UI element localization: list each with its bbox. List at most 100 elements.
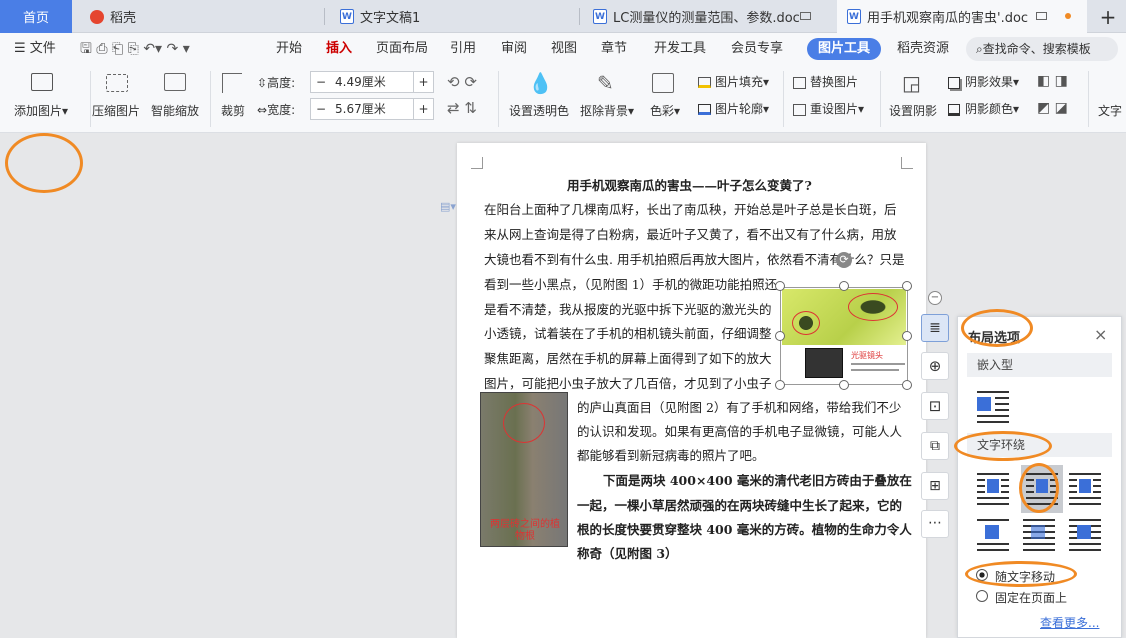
see-more-link[interactable]: 查看更多... bbox=[1040, 614, 1099, 631]
width-label: ⇔宽度: bbox=[257, 101, 295, 118]
more-icon[interactable]: ⋯ bbox=[921, 510, 949, 538]
rotate-icons[interactable]: ⟲ ⟳ bbox=[447, 73, 477, 91]
menu-review[interactable]: 审阅 bbox=[501, 33, 527, 65]
height-icon: ⇳ bbox=[257, 76, 268, 90]
crop-button[interactable]: 裁剪 bbox=[221, 102, 245, 119]
resize-handle[interactable] bbox=[775, 380, 785, 390]
tab-home[interactable]: 首页 bbox=[0, 0, 72, 33]
wrap-square-icon[interactable] bbox=[975, 471, 1011, 507]
replace-icon bbox=[793, 76, 806, 89]
width-icon: ⇔ bbox=[257, 103, 268, 117]
tab-doc1-label: 文字文稿1 bbox=[360, 11, 421, 26]
height-value[interactable]: 4.49厘米 bbox=[335, 72, 386, 92]
tab-home-label: 首页 bbox=[22, 11, 49, 26]
crop-float-icon[interactable]: ⊡ bbox=[921, 392, 949, 420]
height-decrease-button[interactable]: − bbox=[311, 72, 331, 92]
compress-button[interactable]: 压缩图片 bbox=[92, 102, 140, 119]
doc-line: 是看不清楚，我从报废的光驱中拆下光驱的激光头的 bbox=[484, 302, 772, 317]
menu-file[interactable]: ☰ 文件 bbox=[14, 33, 56, 65]
menu-start[interactable]: 开始 bbox=[276, 33, 302, 65]
height-field[interactable]: − 4.49厘米 + bbox=[310, 71, 434, 93]
fix-on-page-label[interactable]: 固定在页面上 bbox=[995, 589, 1067, 606]
wrap-through-icon[interactable] bbox=[1067, 471, 1103, 507]
fill-button[interactable]: 图片填充▾ bbox=[698, 73, 769, 90]
tab-daoke-label: 稻壳 bbox=[110, 11, 137, 26]
fill-icon bbox=[698, 77, 711, 88]
highlight-move-with-text bbox=[965, 561, 1077, 587]
divider bbox=[1088, 71, 1089, 127]
shadow-nudge-icons-2[interactable]: ◩ ◪ bbox=[1037, 100, 1068, 116]
smart-zoom-button[interactable]: 智能缩放 bbox=[151, 102, 199, 119]
menu-resources[interactable]: 稻壳资源 bbox=[897, 33, 949, 65]
paragraph-handle-icon[interactable]: ▤▾ bbox=[440, 200, 456, 213]
shadow-nudge-icons[interactable]: ◧ ◨ bbox=[1037, 73, 1068, 89]
layout-options-icon[interactable]: ≣ bbox=[921, 314, 949, 342]
reset-button[interactable]: 重设图片▾ bbox=[793, 100, 864, 117]
transparent-icon: 💧 bbox=[528, 71, 553, 95]
remove-bg-button[interactable]: 抠除背景▾ bbox=[580, 102, 634, 119]
tab-daoke[interactable]: 稻壳 bbox=[80, 0, 325, 33]
width-field[interactable]: − 5.67厘米 + bbox=[310, 98, 434, 120]
add-picture-button[interactable]: 添加图片▾ bbox=[14, 102, 68, 119]
resize-handle[interactable] bbox=[775, 331, 785, 341]
new-tab-button[interactable]: + bbox=[1090, 0, 1126, 33]
wrap-inline-icon[interactable] bbox=[975, 389, 1011, 425]
menu-file-label: 文件 bbox=[29, 41, 56, 56]
shadow-set-button[interactable]: 设置阴影 bbox=[889, 102, 937, 119]
menu-insert[interactable]: 插入 bbox=[326, 33, 352, 65]
replace-button[interactable]: 替换图片 bbox=[793, 73, 858, 90]
width-increase-button[interactable]: + bbox=[413, 99, 433, 119]
resize-handle[interactable] bbox=[902, 281, 912, 291]
menu-reference[interactable]: 引用 bbox=[450, 33, 476, 65]
resize-handle[interactable] bbox=[775, 281, 785, 291]
menu-view[interactable]: 视图 bbox=[551, 33, 577, 65]
wrap-behind-icon[interactable] bbox=[1021, 517, 1057, 553]
menu-dev[interactable]: 开发工具 bbox=[654, 33, 706, 65]
remove-bg-label: 抠除背景 bbox=[580, 104, 629, 118]
divider bbox=[90, 71, 91, 127]
flip-icons[interactable]: ⇄ ⇅ bbox=[447, 99, 477, 117]
width-value[interactable]: 5.67厘米 bbox=[335, 99, 386, 119]
fix-on-page-radio[interactable] bbox=[976, 590, 988, 602]
text-tool-button[interactable]: 文字 bbox=[1098, 102, 1122, 119]
resize-handle[interactable] bbox=[839, 380, 849, 390]
shadow-effect-button[interactable]: 阴影效果▾ bbox=[948, 73, 1019, 90]
figure-icon bbox=[977, 397, 991, 411]
width-decrease-button[interactable]: − bbox=[311, 99, 331, 119]
tab-doc3[interactable]: W 用手机观察南瓜的害虫'.doc bbox=[837, 0, 1087, 33]
doc-bold-line: 根的长度快要贯穿整块 400 毫米的方砖。植物的生命力令人 bbox=[577, 522, 912, 537]
plant-root-photo[interactable]: 两层砖之间的植物根 bbox=[480, 392, 568, 547]
shadow-color-button[interactable]: 阴影颜色▾ bbox=[948, 100, 1019, 117]
height-increase-button[interactable]: + bbox=[413, 72, 433, 92]
shadow-set-icon: ◲ bbox=[902, 71, 921, 95]
tab-doc2[interactable]: W LC测量仪的测量范围、参数.doc bbox=[583, 0, 833, 33]
transparent-button[interactable]: 设置透明色 bbox=[509, 102, 569, 119]
menu-chapter[interactable]: 章节 bbox=[601, 33, 627, 65]
wrap-top-bottom-icon[interactable] bbox=[975, 517, 1011, 553]
image-edit-icon[interactable]: ⊞ bbox=[921, 472, 949, 500]
outline-button[interactable]: 图片轮廓▾ bbox=[698, 100, 769, 117]
menu-member[interactable]: 会员专享 bbox=[731, 33, 783, 65]
document-page[interactable]: 用手机观察南瓜的害虫——叶子怎么变黄了? 在阳台上面种了几棵南瓜籽，长出了南瓜秧… bbox=[457, 143, 926, 638]
height-label: ⇳高度: bbox=[257, 74, 295, 91]
color-button[interactable]: 色彩▾ bbox=[650, 102, 680, 119]
resize-handle[interactable] bbox=[839, 281, 849, 291]
rotate-handle-icon[interactable]: ⟳ bbox=[836, 252, 852, 268]
zoom-icon[interactable]: ⊕ bbox=[921, 352, 949, 380]
section-inline: 嵌入型 bbox=[967, 353, 1112, 377]
tab-doc1[interactable]: W 文字文稿1 bbox=[330, 0, 580, 33]
search-box[interactable]: ⌕查找命令、搜索模板 bbox=[966, 37, 1118, 61]
tab-doc3-label: 用手机观察南瓜的害虫'.doc bbox=[867, 11, 1029, 26]
collapse-icon[interactable]: − bbox=[928, 291, 942, 305]
width-label-text: 宽度: bbox=[267, 103, 296, 117]
wrap-front-icon[interactable] bbox=[1067, 517, 1103, 553]
menu-picture-tools[interactable]: 图片工具 bbox=[807, 38, 881, 60]
resize-handle[interactable] bbox=[902, 331, 912, 341]
quick-access-icons[interactable]: 🖫 ⎙ ⎗ ⎘ ↶▾ ↷ ▾ bbox=[80, 33, 190, 65]
doc-line: 聚焦距离，居然在手机的屏幕上面得到了如下的放大 bbox=[484, 351, 772, 366]
menu-layout[interactable]: 页面布局 bbox=[376, 33, 428, 65]
resize-handle[interactable] bbox=[902, 380, 912, 390]
copy-image-icon[interactable]: ⧉ bbox=[921, 432, 949, 460]
outline-icon bbox=[698, 104, 711, 115]
close-icon[interactable]: × bbox=[1094, 325, 1107, 344]
